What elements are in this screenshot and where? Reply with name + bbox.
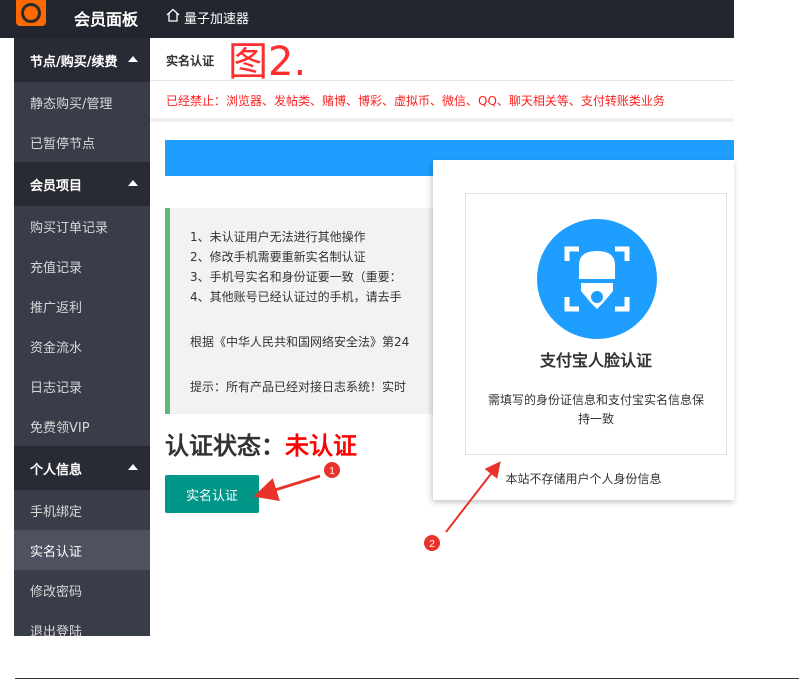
- app-logo-icon[interactable]: [16, 0, 46, 26]
- sidebar: 节点/购买/续费 静态购买/管理 已暂停节点 会员项目 购买订单记录 充值记录 …: [14, 38, 150, 636]
- verify-button[interactable]: 实名认证: [165, 475, 259, 513]
- sidebar-group-nodes[interactable]: 节点/购买/续费: [14, 38, 150, 82]
- divider: [150, 80, 734, 81]
- sidebar-item-orders[interactable]: 购买订单记录: [14, 206, 150, 246]
- warning-text: 已经禁止：浏览器、发帖类、赌博、博彩、虚拟币、微信、QQ、聊天相关等、支付转账类…: [166, 94, 665, 108]
- card-description: 需填写的身份证信息和支付宝实名信息保持一致: [487, 393, 704, 426]
- sidebar-item-phone[interactable]: 手机绑定: [14, 490, 150, 530]
- sidebar-item-logs[interactable]: 日志记录: [14, 366, 150, 406]
- sidebar-item-logout[interactable]: 退出登陆: [14, 610, 150, 637]
- status-value: 未认证: [285, 432, 357, 460]
- verification-popup: 支付宝人脸认证 需填写的身份证信息和支付宝实名信息保持一致 本站不存储用户个人身…: [433, 160, 734, 500]
- sidebar-group-label: 个人信息: [30, 462, 83, 478]
- status-label: 认证状态：: [165, 432, 285, 460]
- figure-label: 图2.: [228, 39, 307, 85]
- panel-header: 实名认证 图2. 已经禁止：浏览器、发帖类、赌博、博彩、虚拟币、微信、QQ、聊天…: [150, 38, 734, 118]
- chevron-up-icon: [128, 464, 138, 470]
- sidebar-item-password[interactable]: 修改密码: [14, 570, 150, 610]
- notice-line: 3、手机号实名和身份证要一致（重要：: [190, 270, 402, 284]
- notice-line: 2、修改手机需要重新实名制认证: [190, 250, 366, 264]
- sidebar-item-recharge[interactable]: 充值记录: [14, 246, 150, 286]
- sidebar-item-static-purchase[interactable]: 静态购买/管理: [14, 82, 150, 122]
- app-title[interactable]: 会员面板: [74, 6, 138, 30]
- sidebar-group-label: 会员项目: [30, 178, 83, 194]
- sidebar-item-funds[interactable]: 资金流水: [14, 326, 150, 366]
- home-link[interactable]: 量子加速器: [184, 8, 249, 27]
- chevron-up-icon: [128, 56, 138, 62]
- top-bar: 会员面板 量子加速器: [0, 0, 734, 38]
- sidebar-group-profile[interactable]: 个人信息: [14, 446, 150, 490]
- verification-status: 认证状态：未认证: [165, 426, 357, 461]
- alipay-face-option[interactable]: 支付宝人脸认证 需填写的身份证信息和支付宝实名信息保持一致: [465, 193, 727, 455]
- sidebar-group-member[interactable]: 会员项目: [14, 162, 150, 206]
- privacy-note: 本站不存储用户个人身份信息: [505, 472, 662, 486]
- chevron-up-icon: [128, 180, 138, 186]
- sidebar-item-verification[interactable]: 实名认证: [14, 530, 150, 570]
- card-title: 支付宝人脸认证: [539, 351, 652, 370]
- law-line: 根据《中华人民共和国网络安全法》第24: [190, 335, 410, 349]
- home-icon[interactable]: [166, 8, 180, 22]
- page-title: 实名认证: [166, 54, 215, 68]
- sidebar-item-free-vip[interactable]: 免费领VIP: [14, 406, 150, 446]
- tip-line: 提示：所有产品已经对接日志系统！实时: [190, 380, 407, 394]
- sidebar-item-referral[interactable]: 推广返利: [14, 286, 150, 326]
- notice-line: 1、未认证用户无法进行其他操作: [190, 230, 366, 244]
- bottom-divider: [15, 678, 799, 679]
- notice-line: 4、其他账号已经认证过的手机，请去手: [190, 290, 402, 304]
- sidebar-group-label: 节点/购买/续费: [30, 54, 118, 70]
- sidebar-item-paused-nodes[interactable]: 已暂停节点: [14, 122, 150, 162]
- face-scan-icon: [537, 219, 657, 339]
